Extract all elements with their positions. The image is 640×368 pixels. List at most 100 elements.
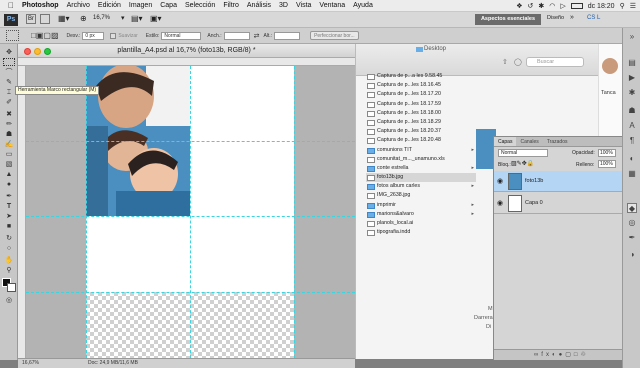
menu-app-name[interactable]: Photoshop (22, 2, 59, 9)
path-selection-tool-icon[interactable]: ➤ (3, 212, 15, 221)
zoom-chevron-icon[interactable]: ▾ (121, 14, 125, 22)
extras-icon[interactable]: ▦▾ (58, 14, 70, 23)
close-window-icon[interactable] (24, 48, 31, 55)
guide-vertical-1[interactable] (86, 66, 87, 358)
layer-name[interactable]: foto13b (525, 178, 543, 184)
refine-edge-button[interactable]: Perfeccionar bor... (310, 31, 359, 40)
menu-ayuda[interactable]: Ayuda (353, 2, 373, 9)
apple-menu-icon[interactable]:  (8, 1, 14, 10)
character-panel-icon[interactable]: A (627, 121, 637, 131)
list-item[interactable]: Captura de p...les 18.20.37 (366, 127, 476, 136)
list-item[interactable]: comunitat_m..._unamuno.xls (366, 155, 476, 164)
zoom-window-icon[interactable] (44, 48, 51, 55)
guide-vertical-3[interactable] (294, 66, 295, 358)
list-item[interactable]: Captura de p...les 18.20.48 (366, 136, 476, 145)
adjustments-panel-icon[interactable]: ◑ (627, 250, 637, 260)
3d-orbit-tool-icon[interactable]: ○ (3, 244, 15, 253)
menu-seleccion[interactable]: Selección (185, 2, 215, 9)
smooth-checkbox[interactable] (110, 32, 117, 39)
menu-edicion[interactable]: Edición (98, 2, 121, 9)
blur-tool-icon[interactable]: ▲ (3, 170, 15, 179)
menu-clock[interactable]: dc 18:20 (588, 3, 615, 10)
zoom-dropdown-icon[interactable]: ⊕ (80, 14, 87, 23)
actions-panel-icon[interactable]: ▶ (627, 73, 637, 83)
list-item[interactable]: fotos album carles ▸ (366, 182, 476, 191)
mini-bridge-icon[interactable] (40, 14, 50, 24)
menu-filtro[interactable]: Filtro (223, 2, 239, 9)
layer-row-foto13b[interactable]: ◉ foto13b (494, 171, 624, 192)
style-select[interactable]: Normal (161, 31, 202, 40)
arrange-icon[interactable]: ▤▾ (131, 14, 143, 23)
list-item[interactable]: imprimir ▸ (366, 201, 476, 210)
lasso-tool-icon[interactable]: ⌒ (3, 68, 15, 77)
feather-input[interactable]: 0 px (82, 31, 105, 40)
selection-mode-icons[interactable]: □▣▢▨ (31, 31, 59, 40)
tab-canales[interactable]: Canales (516, 137, 542, 146)
avatar[interactable] (602, 58, 618, 74)
list-item[interactable]: comunions TIT ▸ (366, 146, 476, 155)
list-item[interactable]: Captura de p...les 18.16.45 (366, 81, 476, 90)
menu-ventana[interactable]: Ventana (319, 2, 345, 9)
hand-tool-icon[interactable]: ✋ (3, 256, 15, 265)
battery-icon[interactable] (570, 3, 583, 9)
spotlight-icon[interactable]: ⚲ (620, 2, 625, 10)
list-item[interactable]: tipografia.indd (366, 228, 476, 237)
eraser-tool-icon[interactable]: ▭ (3, 150, 15, 159)
brushes-panel-icon[interactable]: ✱ (627, 88, 637, 98)
gradient-tool-icon[interactable]: ▧ (3, 160, 15, 169)
swap-dimensions-icon[interactable]: ⇄ (254, 32, 260, 40)
menu-vista[interactable]: Vista (296, 2, 311, 9)
clone-stamp-tool-icon[interactable]: ☗ (3, 130, 15, 139)
screen-mode-icon[interactable]: ▣▾ (150, 14, 162, 23)
finder-search-field[interactable]: Buscar (526, 57, 584, 67)
share-icon[interactable]: ⇧ (502, 58, 508, 66)
eyedropper-tool-icon[interactable]: ✐ (3, 98, 15, 107)
list-item[interactable]: Captura de p...les 18.18.00 (366, 109, 476, 118)
layer-row-capa-0[interactable]: ◉ Capa 0 (494, 193, 624, 214)
list-item-selected[interactable]: foto13b.jpg (366, 173, 476, 183)
visibility-eye-icon[interactable]: ◉ (497, 177, 503, 185)
paths-panel-icon[interactable]: ✒ (627, 233, 637, 243)
bridge-icon[interactable]: Br (26, 14, 36, 24)
brush-tool-icon[interactable]: ✏ (3, 120, 15, 129)
zoom-status[interactable]: 16,67% (22, 359, 39, 368)
tab-capas[interactable]: Capas (494, 137, 517, 146)
workspace-essentials-button[interactable]: Aspectos esenciales (475, 14, 541, 25)
list-item[interactable]: IMG_2638.jpg (366, 191, 476, 200)
document-size-status[interactable]: Doc: 24,9 MB/11,6 MB (88, 359, 138, 368)
menu-archivo[interactable]: Archivo (67, 2, 90, 9)
menu-imagen[interactable]: Imagen (129, 2, 152, 9)
volume-icon[interactable]: ▷ (560, 2, 565, 10)
width-input[interactable] (223, 31, 250, 40)
swatches-panel-icon[interactable]: ▦ (627, 169, 637, 179)
3d-rotate-tool-icon[interactable]: ↻ (3, 234, 15, 243)
workspace-menu-icon[interactable]: » (570, 14, 574, 21)
zoom-level[interactable]: 16,7% (93, 15, 110, 21)
disclosure-arrow-icon[interactable]: ▸ (471, 210, 474, 219)
tags-icon[interactable]: ◯ (514, 58, 522, 66)
disclosure-arrow-icon[interactable]: ▸ (471, 164, 474, 173)
minimize-window-icon[interactable] (34, 48, 41, 55)
workspace-design-button[interactable]: Diseño (547, 15, 564, 21)
blend-mode-select[interactable]: Normal (498, 149, 548, 157)
wifi-icon[interactable]: ◠ (549, 2, 555, 10)
tab-trazados[interactable]: Trazados (543, 137, 572, 146)
disclosure-arrow-icon[interactable]: ▸ (471, 182, 474, 191)
menu-3d[interactable]: 3D (279, 2, 288, 9)
layer-name[interactable]: Capa 0 (525, 200, 543, 206)
time-machine-icon[interactable]: ↺ (527, 2, 533, 10)
quick-mask-icon[interactable]: ◎ (3, 296, 15, 305)
canvas-area[interactable] (26, 66, 355, 358)
clone-source-panel-icon[interactable]: ☗ (627, 106, 637, 116)
pen-tool-icon[interactable]: ✒ (3, 192, 15, 201)
list-item[interactable]: planols_local.ai (366, 219, 476, 228)
rectangular-marquee-tool-icon[interactable] (3, 58, 15, 66)
cs-live-button[interactable]: CS L (587, 15, 600, 21)
menu-capa[interactable]: Capa (160, 2, 177, 9)
visibility-eye-icon[interactable]: ◉ (497, 199, 503, 207)
menu-analisis[interactable]: Análisis (247, 2, 271, 9)
channels-panel-icon[interactable]: ◎ (627, 218, 637, 228)
vertical-ruler[interactable] (18, 66, 26, 358)
opacity-input[interactable]: 100% (598, 149, 616, 157)
zoom-tool-icon[interactable]: ⚲ (3, 266, 15, 275)
